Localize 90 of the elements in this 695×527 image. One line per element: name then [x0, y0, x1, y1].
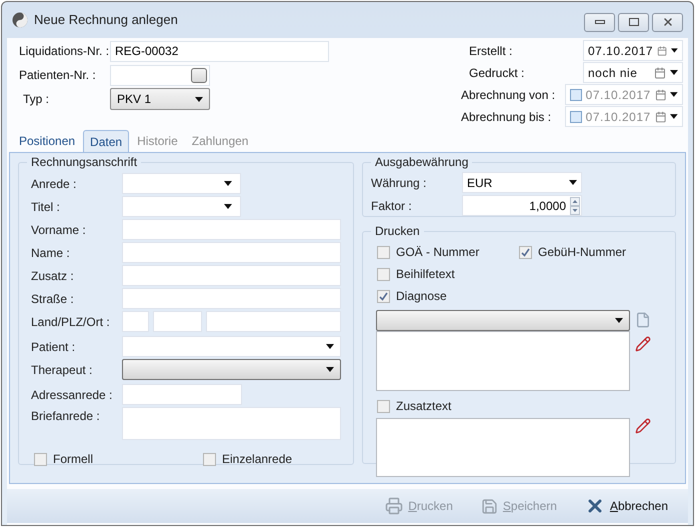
field-label: Patienten-Nr. :	[19, 67, 97, 84]
date-field[interactable]: 07.10.2017	[583, 40, 683, 61]
checkbox-label: Diagnose	[396, 288, 447, 305]
tab[interactable]: Daten	[83, 130, 130, 152]
footer-button[interactable]: Abbrechen	[584, 496, 668, 516]
calendar-icon[interactable]	[657, 44, 668, 56]
floppy-icon	[480, 498, 498, 514]
text-area[interactable]	[376, 331, 630, 391]
caret-icon	[670, 114, 678, 119]
field-label: Land/PLZ/Ort :	[31, 314, 111, 330]
field-label: Typ :	[22, 91, 50, 108]
date-field[interactable]: noch nie	[583, 62, 683, 83]
close-icon	[662, 16, 674, 28]
caret-icon	[326, 344, 334, 349]
caret-icon	[195, 96, 203, 102]
app-icon	[12, 12, 28, 28]
field-label: Vorname :	[31, 222, 87, 238]
checkbox[interactable]	[377, 290, 390, 302]
field-value: REG-00032	[115, 43, 178, 60]
calendar-icon[interactable]	[654, 88, 666, 100]
minimize-button[interactable]	[584, 12, 615, 32]
tab[interactable]: Positionen	[13, 130, 82, 152]
lookup-button[interactable]	[191, 68, 207, 82]
text-field[interactable]	[122, 242, 341, 263]
dropdown[interactable]: EUR	[462, 172, 582, 193]
field-label: Währung :	[371, 174, 428, 192]
field-label: Liquidations-Nr. :	[19, 43, 110, 60]
caret-icon	[326, 367, 334, 372]
checkbox[interactable]	[570, 88, 582, 100]
field-label: Name :	[31, 244, 71, 262]
field-label: Anrede :	[31, 176, 78, 192]
number-field[interactable]: 1,0000	[462, 195, 582, 216]
checkbox[interactable]	[34, 452, 47, 466]
checkbox[interactable]	[519, 246, 532, 258]
text-field[interactable]	[122, 219, 341, 240]
printer-icon	[385, 497, 404, 515]
pencil-icon[interactable]	[635, 418, 651, 434]
field-label: Gedruckt :	[469, 64, 526, 82]
checkbox-label: Beihilfetext	[396, 266, 455, 283]
field-label: Faktor :	[371, 198, 413, 214]
text-area[interactable]	[122, 407, 341, 440]
field-label: Adressanrede :	[31, 386, 114, 404]
field-label: Therapeut :	[31, 362, 94, 378]
field-label: Zusatz :	[31, 268, 75, 284]
field-label: Patient :	[31, 338, 76, 356]
checkbox-label: Einzelanrede	[222, 451, 292, 468]
group-title: Rechnungsanschrift	[27, 154, 142, 170]
caret-icon	[615, 318, 623, 323]
caret-icon	[670, 92, 678, 97]
country-field[interactable]	[122, 311, 149, 332]
field-label: Briefanrede :	[31, 408, 101, 425]
city-field[interactable]	[206, 311, 341, 332]
pencil-icon[interactable]	[635, 336, 651, 352]
field-label: Titel :	[31, 198, 61, 216]
caret-icon	[224, 181, 232, 186]
field-label: Straße :	[31, 290, 75, 308]
caret-icon	[671, 48, 678, 53]
field-label: Abrechnung bis :	[461, 108, 552, 126]
checkbox-label: Zusatztext	[396, 398, 452, 415]
text-field[interactable]: REG-00032	[110, 40, 329, 62]
dropdown[interactable]	[122, 359, 341, 380]
group-title: Ausgabewährung	[371, 154, 472, 170]
text-area[interactable]	[376, 418, 630, 477]
text-field[interactable]	[122, 288, 341, 309]
maximize-button[interactable]	[618, 12, 649, 32]
text-field[interactable]	[122, 265, 341, 286]
checkbox[interactable]	[203, 452, 216, 466]
caret-icon	[569, 180, 577, 185]
calendar-icon[interactable]	[654, 66, 666, 78]
checkbox-label: Formell	[53, 451, 94, 468]
checkbox-label: GebüH-Nummer	[538, 244, 626, 261]
checkbox[interactable]	[377, 400, 390, 412]
field-label: Erstellt :	[469, 42, 514, 60]
dropdown[interactable]: PKV 1	[110, 88, 210, 110]
caret-icon	[224, 204, 232, 209]
document-icon[interactable]	[635, 312, 651, 328]
zip-field[interactable]	[153, 311, 202, 332]
checkbox[interactable]	[377, 268, 390, 280]
text-field[interactable]	[122, 384, 242, 405]
lookup-field[interactable]	[110, 64, 210, 86]
checkbox[interactable]	[377, 246, 390, 258]
checkbox-label: GOÄ - Nummer	[396, 244, 480, 261]
spin-arrows-icon[interactable]	[570, 196, 580, 214]
close-button[interactable]	[652, 12, 683, 32]
calendar-icon[interactable]	[654, 110, 666, 122]
field-label: Abrechnung von :	[461, 86, 556, 104]
caret-icon	[670, 70, 678, 75]
dropdown[interactable]	[376, 310, 630, 331]
checkbox[interactable]	[570, 110, 582, 122]
window-title: Neue Rechnung anlegen	[34, 11, 178, 30]
